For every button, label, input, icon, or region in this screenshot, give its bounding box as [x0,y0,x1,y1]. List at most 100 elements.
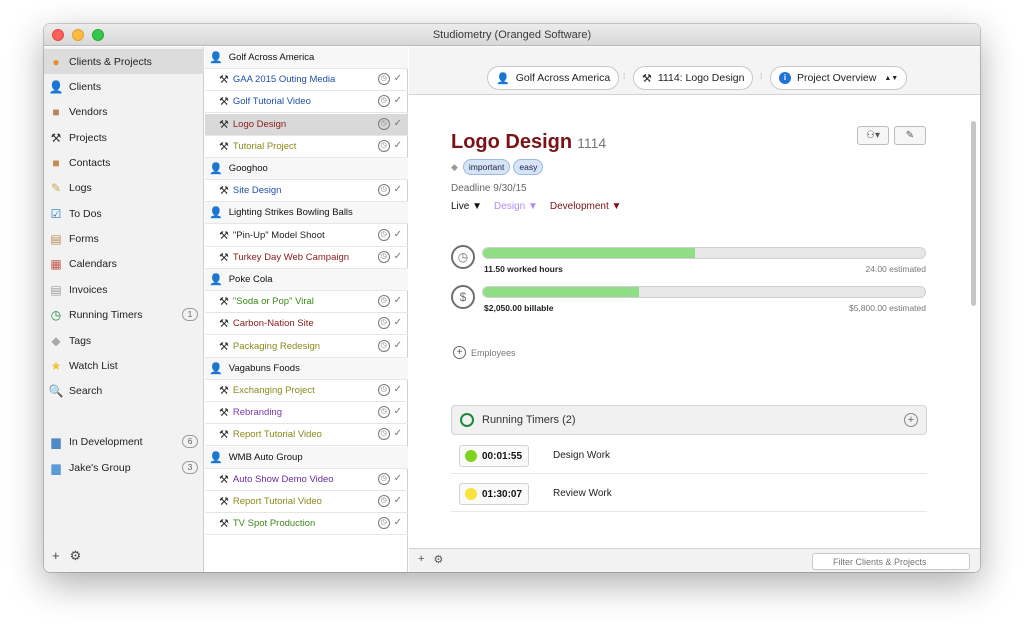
sidebar-item-watch-list[interactable]: ★ Watch List [44,353,204,378]
start-timer-icon[interactable]: ◷ [377,139,390,152]
project-row[interactable]: ⚒ Rebranding ◷ ✓ [205,402,408,425]
checkmark-icon[interactable]: ✓ [394,473,402,485]
checkmark-icon[interactable]: ✓ [394,340,402,352]
close-window-button[interactable] [52,29,64,41]
checkmark-icon[interactable]: ✓ [394,95,402,107]
sidebar-item-logs[interactable]: ✎ Logs [44,175,204,200]
sidebar-item-running-timers[interactable]: ◷ Running Timers 1 [44,302,204,327]
checkmark-icon[interactable]: ✓ [394,184,402,196]
edit-button[interactable]: ✎ [894,126,926,145]
zoom-window-button[interactable] [92,29,104,41]
sidebar-item-tags[interactable]: ◆ Tags [44,328,204,353]
status-development-dropdown[interactable]: Development ▼ [550,201,622,212]
checkmark-icon[interactable]: ✓ [394,428,402,440]
sidebar-item-contacts[interactable]: ■ Contacts [44,150,204,175]
billable-progress-bar [482,286,926,298]
sidebar-item-search[interactable]: 🔍 Search [44,378,204,403]
sidebar-item-forms[interactable]: ▤ Forms [44,226,204,251]
checkmark-icon[interactable]: ✓ [394,295,402,307]
client-header[interactable]: 👤 Poke Cola [205,269,408,291]
breadcrumb-project[interactable]: ⚒ 1114: Logo Design [633,66,754,90]
project-row[interactable]: ⚒ Carbon-Nation Site ◷ ✓ [205,313,408,336]
add-icon[interactable]: + [418,553,424,566]
client-header[interactable]: 👤 WMB Auto Group [205,446,408,469]
project-row[interactable]: ⚒ Auto Show Demo Video ◷ ✓ [205,469,408,491]
project-row[interactable]: ⚒ Tutorial Project ◷ ✓ [205,136,408,158]
project-row[interactable]: ⚒ Packaging Redesign ◷ ✓ [205,336,408,358]
start-timer-icon[interactable]: ◷ [377,295,390,308]
sidebar-item-invoices[interactable]: ▤ Invoices [44,277,204,302]
project-name: TV Spot Production [232,518,316,530]
start-timer-icon[interactable]: ◷ [377,117,390,130]
invoice-icon: ▤ [50,282,62,297]
sidebar-item-vendors[interactable]: ■ Vendors [44,99,204,124]
sidebar-item-to-dos[interactable]: ☑ To Dos [44,201,204,226]
start-timer-icon[interactable]: ◷ [377,406,390,419]
sidebar-item-projects[interactable]: ⚒ Projects [44,125,204,150]
add-timer-button[interactable]: + [904,413,918,427]
project-row[interactable]: ⚒ Logo Design ◷ ✓ [205,113,408,136]
project-row[interactable]: ⚒ Report Tutorial Video ◷ ✓ [205,424,408,447]
client-header[interactable]: 👤 Golf Across America [205,47,408,69]
hammer-icon: ⚒ [219,96,229,109]
start-timer-icon[interactable]: ◷ [377,184,390,197]
timer-time[interactable]: 01:30:07 [459,483,529,505]
tag-easy[interactable]: easy [513,159,544,175]
start-timer-icon[interactable]: ◷ [377,228,390,241]
project-row[interactable]: ⚒ Golf Tutorial Video ◷ ✓ [205,91,408,114]
sidebar-item-calendars[interactable]: ▦ Calendars [44,251,204,276]
start-timer-icon[interactable]: ◷ [377,250,390,263]
status-design-dropdown[interactable]: Design ▼ [494,201,538,212]
checkmark-icon[interactable]: ✓ [394,229,402,241]
checkmark-icon[interactable]: ✓ [394,517,402,529]
start-timer-icon[interactable]: ◷ [377,95,390,108]
checkmark-icon[interactable]: ✓ [394,495,402,507]
scrollbar[interactable] [971,121,976,306]
employees-add[interactable]: + Employees [453,346,516,359]
project-row[interactable]: ⚒ "Pin-Up" Model Shoot ◷ ✓ [205,225,408,247]
add-icon[interactable]: + [52,548,60,564]
filter-input[interactable] [812,553,970,570]
people-menu-button[interactable]: ⚇▾ [857,126,889,145]
start-timer-icon[interactable]: ◷ [377,517,390,530]
project-row[interactable]: ⚒ Exchanging Project ◷ ✓ [205,380,408,402]
checkmark-icon[interactable]: ✓ [394,118,402,130]
checkmark-icon[interactable]: ✓ [394,73,402,85]
timer-row[interactable]: 01:30:07 Review Work [451,476,927,512]
view-selector[interactable]: i Project Overview ▲▼ [770,66,908,90]
project-row[interactable]: ⚒ TV Spot Production ◷ ✓ [205,513,408,536]
status-live-dropdown[interactable]: Live ▼ [451,201,482,212]
project-row[interactable]: ⚒ Report Tutorial Video ◷ ✓ [205,491,408,513]
checkmark-icon[interactable]: ✓ [394,406,402,418]
start-timer-icon[interactable]: ◷ [377,428,390,441]
timer-time[interactable]: 00:01:55 [459,445,529,467]
checkmark-icon[interactable]: ✓ [394,251,402,263]
tag-important[interactable]: important [462,159,511,175]
sidebar-item-label: Vendors [69,105,108,118]
checkmark-icon[interactable]: ✓ [394,140,402,152]
client-header[interactable]: 👤 Lighting Strikes Bowling Balls [205,202,408,225]
breadcrumb-client[interactable]: 👤 Golf Across America [487,66,620,90]
start-timer-icon[interactable]: ◷ [377,339,390,352]
project-row[interactable]: ⚒ Site Design ◷ ✓ [205,180,408,203]
timer-row[interactable]: 00:01:55 Design Work [451,438,927,474]
start-timer-icon[interactable]: ◷ [377,73,390,86]
sidebar-item-clients-projects[interactable]: ● Clients & Projects [44,49,204,74]
gear-icon[interactable]: ⚙ [433,553,443,566]
sidebar-item-jake-s-group[interactable]: ▆ Jake's Group 3 [44,455,204,480]
project-row[interactable]: ⚒ Turkey Day Web Campaign ◷ ✓ [205,247,408,269]
gear-icon[interactable]: ⚙ [70,548,82,564]
client-header[interactable]: 👤 Googhoo [205,158,408,180]
start-timer-icon[interactable]: ◷ [377,495,390,507]
project-row[interactable]: ⚒ "Soda or Pop" Viral ◷ ✓ [205,291,408,314]
client-header[interactable]: 👤 Vagabuns Foods [205,357,408,380]
start-timer-icon[interactable]: ◷ [377,472,390,485]
sidebar-item-in-development[interactable]: ▆ In Development 6 [44,429,204,454]
checkmark-icon[interactable]: ✓ [394,317,402,329]
sidebar-item-clients[interactable]: 👤 Clients [44,74,204,99]
start-timer-icon[interactable]: ◷ [377,384,390,396]
start-timer-icon[interactable]: ◷ [377,317,390,330]
minimize-window-button[interactable] [72,29,84,41]
project-row[interactable]: ⚒ GAA 2015 Outing Media ◷ ✓ [205,69,408,92]
checkmark-icon[interactable]: ✓ [394,384,402,396]
